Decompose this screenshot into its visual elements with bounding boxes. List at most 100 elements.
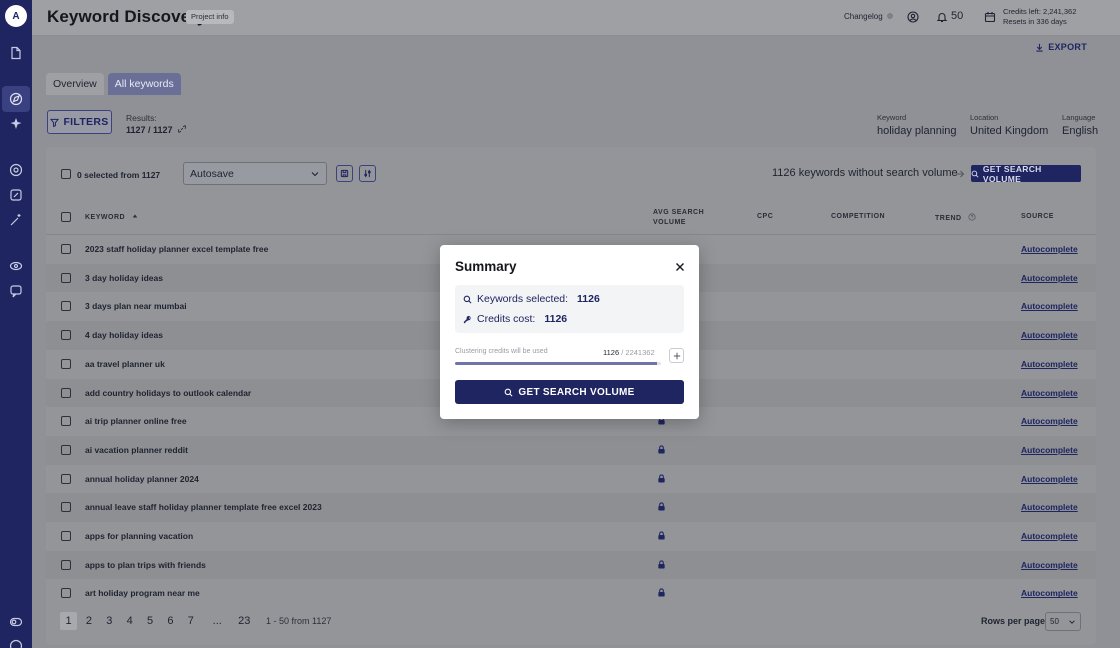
chat-icon[interactable] — [8, 283, 24, 299]
row-keyword: aa travel planner uk — [85, 358, 165, 369]
table-row[interactable]: art holiday program near me Autocomplete — [46, 579, 1096, 608]
table-row[interactable]: apps to plan trips with friends Autocompl… — [46, 550, 1096, 580]
add-credits-button[interactable] — [669, 348, 684, 363]
row-checkbox[interactable] — [61, 301, 71, 312]
row-checkbox[interactable] — [61, 272, 71, 283]
header-checkbox[interactable] — [61, 212, 71, 222]
page-button[interactable]: 2 — [80, 612, 97, 630]
column-cpc[interactable]: CPC — [757, 213, 773, 220]
page-title: Keyword Discovery — [47, 7, 207, 26]
column-competition[interactable]: COMPETITION — [831, 213, 885, 220]
row-checkbox[interactable] — [61, 330, 71, 341]
chevron-down-icon — [311, 172, 319, 177]
changelog-link[interactable]: Changelog — [844, 12, 883, 21]
project-info-button[interactable]: Project info — [186, 10, 234, 24]
modal-get-search-volume-button[interactable]: GET SEARCH VOLUME — [455, 380, 684, 404]
sliders-icon — [364, 169, 371, 178]
row-source-link[interactable]: Autocomplete — [1021, 560, 1078, 570]
lock-icon — [658, 502, 665, 511]
page-button[interactable]: 7 — [182, 612, 199, 630]
lock-icon — [658, 560, 665, 569]
row-source-link[interactable]: Autocomplete — [1021, 588, 1078, 598]
eye-icon[interactable] — [8, 258, 24, 274]
row-source-link[interactable]: Autocomplete — [1021, 416, 1078, 426]
export-button[interactable]: EXPORT — [1035, 42, 1087, 52]
filters-button[interactable]: FILTERS — [47, 110, 112, 134]
row-checkbox[interactable] — [61, 588, 71, 599]
row-checkbox[interactable] — [61, 416, 71, 427]
row-source-link[interactable]: Autocomplete — [1021, 388, 1078, 398]
summary-modal: Summary Keywords selected: 1126 Credits … — [440, 245, 699, 419]
toggle-icon[interactable] — [8, 614, 24, 630]
row-checkbox[interactable] — [61, 358, 71, 369]
link-icon[interactable] — [177, 125, 187, 133]
table-row[interactable]: apps for planning vacation Autocomplete — [46, 522, 1096, 551]
tab-all-keywords[interactable]: All keywords — [107, 73, 181, 95]
row-checkbox[interactable] — [61, 444, 71, 455]
select-all-checkbox[interactable] — [61, 169, 71, 179]
row-checkbox[interactable] — [61, 502, 71, 513]
row-source-link[interactable]: Autocomplete — [1021, 531, 1078, 541]
page-button[interactable]: 3 — [101, 612, 118, 630]
bell-icon[interactable] — [936, 11, 948, 23]
row-source-link[interactable]: Autocomplete — [1021, 330, 1078, 340]
cluster-icon[interactable] — [8, 162, 24, 178]
row-keyword: ai trip planner online free — [85, 416, 187, 427]
table-row[interactable]: annual holiday planner 2024 Autocomplete — [46, 465, 1096, 494]
column-avg-search-volume[interactable]: AVG SEARCH VOLUME — [653, 208, 704, 228]
view-tabs: Overview All keywords — [46, 73, 181, 95]
keywords-selected-value: 1126 — [577, 293, 600, 305]
column-source[interactable]: SOURCE — [1021, 213, 1054, 220]
help-icon[interactable] — [968, 213, 976, 221]
row-checkbox[interactable] — [61, 387, 71, 398]
column-settings-button[interactable] — [359, 165, 376, 182]
selected-count: 0 selected from 1127 — [77, 170, 161, 180]
keyword-discovery-icon[interactable] — [2, 86, 30, 112]
meta-location-label: Location — [970, 113, 999, 122]
filters-label: FILTERS — [63, 116, 109, 128]
page-button[interactable]: 6 — [162, 612, 179, 630]
column-trend[interactable]: TREND — [935, 213, 976, 222]
row-keyword: apps to plan trips with friends — [85, 559, 206, 570]
get-search-volume-button[interactable]: GET SEARCH VOLUME — [971, 164, 1081, 184]
close-icon[interactable] — [675, 262, 685, 272]
column-keyword[interactable]: KEYWORD — [85, 213, 138, 221]
row-checkbox[interactable] — [61, 531, 71, 541]
sparkle-icon[interactable] — [8, 116, 24, 132]
row-checkbox[interactable] — [61, 559, 71, 570]
meta-language: Language English — [1062, 113, 1098, 137]
tab-overview[interactable]: Overview — [46, 73, 104, 95]
page-button[interactable]: 23 — [236, 612, 253, 630]
app-logo[interactable]: A — [5, 5, 27, 27]
top-header: Keyword Discovery Project info Changelog… — [32, 0, 1120, 36]
page-button[interactable]: 5 — [142, 612, 159, 630]
row-source-link[interactable]: Autocomplete — [1021, 301, 1078, 311]
row-source-link[interactable]: Autocomplete — [1021, 273, 1078, 283]
document-icon[interactable] — [8, 45, 24, 61]
edit-doc-icon[interactable] — [8, 187, 24, 203]
row-source-link[interactable]: Autocomplete — [1021, 359, 1078, 369]
row-source-link[interactable]: Autocomplete — [1021, 502, 1078, 512]
row-source-link[interactable]: Autocomplete — [1021, 474, 1078, 484]
account-icon[interactable] — [907, 11, 919, 23]
results-label: Results: — [126, 113, 157, 123]
table-row[interactable]: annual leave staff holiday planner templ… — [46, 493, 1096, 522]
credits-progress-bar — [455, 362, 661, 365]
row-source-link[interactable]: Autocomplete — [1021, 445, 1078, 455]
column-keyword-label: KEYWORD — [85, 214, 126, 221]
page-button[interactable]: 4 — [121, 612, 138, 630]
rows-per-page-label: Rows per page — [981, 616, 1046, 626]
results-value: 1127 / 1127 — [126, 125, 187, 135]
page-button[interactable]: 1 — [60, 612, 77, 630]
save-view-button[interactable] — [336, 165, 353, 182]
rows-per-page-select[interactable]: 50 — [1045, 612, 1081, 631]
row-checkbox[interactable] — [61, 244, 71, 254]
user-icon[interactable] — [8, 638, 24, 648]
autosave-select[interactable]: Autosave — [183, 162, 327, 185]
table-row[interactable]: ai vacation planner reddit Autocomplete — [46, 435, 1096, 465]
row-checkbox[interactable] — [61, 473, 71, 484]
table-header: KEYWORD AVG SEARCH VOLUME CPC COMPETITIO… — [46, 203, 1096, 235]
magic-wand-icon[interactable] — [8, 212, 24, 228]
rows-per-page-value: 50 — [1050, 617, 1059, 626]
row-source-link[interactable]: Autocomplete — [1021, 244, 1078, 254]
